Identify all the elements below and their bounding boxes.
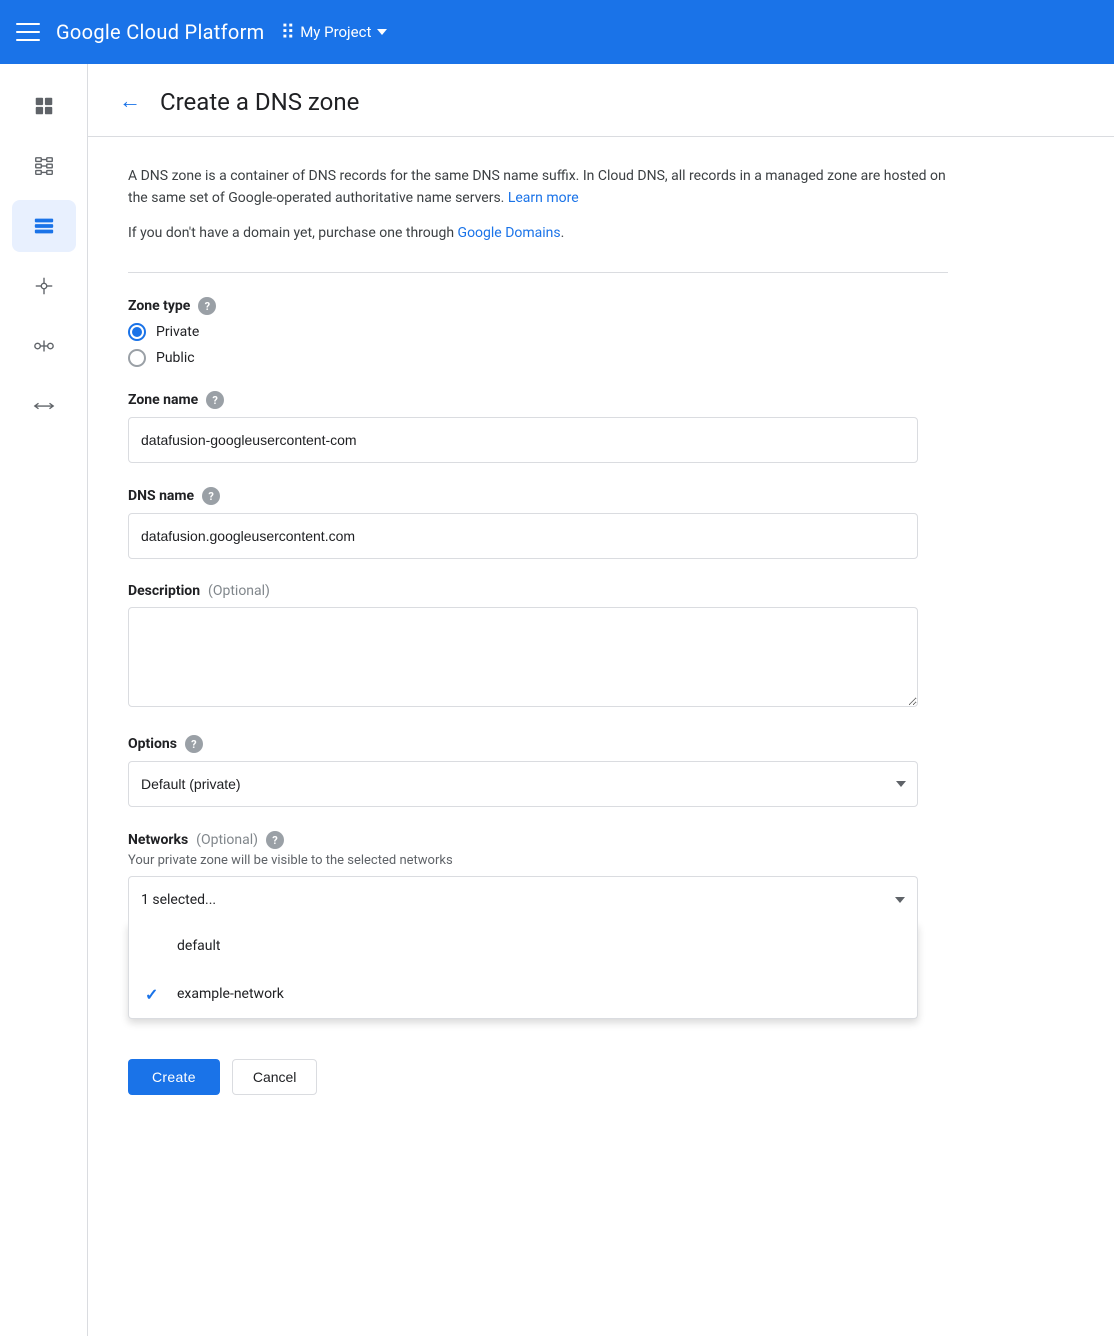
domain-suffix: .	[561, 225, 565, 241]
description-textarea[interactable]	[128, 607, 918, 707]
zone-type-label: Zone type ?	[128, 297, 948, 315]
radio-public-label: Public	[156, 350, 195, 366]
back-button[interactable]: ←	[112, 84, 148, 120]
sidebar-item-interconnect[interactable]	[12, 320, 76, 372]
sidebar-item-routes[interactable]	[12, 260, 76, 312]
project-dots-icon: ⠿	[281, 20, 295, 44]
radio-public[interactable]: Public	[128, 349, 948, 367]
dashboard-icon	[32, 94, 56, 118]
cancel-button[interactable]: Cancel	[232, 1059, 318, 1095]
form-area: A DNS zone is a container of DNS records…	[88, 137, 988, 1135]
sidebar-item-dashboard[interactable]	[12, 80, 76, 132]
networks-label-row: Networks (Optional) ?	[128, 831, 948, 849]
options-label-text: Options	[128, 736, 177, 752]
menu-icon[interactable]	[16, 20, 40, 44]
page-title: Create a DNS zone	[160, 88, 359, 116]
dns-name-help-icon[interactable]: ?	[202, 487, 220, 505]
interconnect-icon	[32, 334, 56, 358]
description-optional-text: (Optional)	[208, 583, 270, 599]
page-header: ← Create a DNS zone	[88, 64, 1114, 137]
network-item-default[interactable]: default	[129, 922, 917, 970]
divider	[128, 272, 948, 273]
network-item-example[interactable]: ✓ example-network	[129, 970, 917, 1018]
zone-type-help-icon[interactable]: ?	[198, 297, 216, 315]
options-help-icon[interactable]: ?	[185, 735, 203, 753]
dns-icon	[32, 214, 56, 238]
vpn-icon	[32, 394, 56, 418]
create-button[interactable]: Create	[128, 1059, 220, 1095]
app-title: Google Cloud Platform	[56, 20, 265, 44]
options-select[interactable]: Default (private) Custom (private)	[128, 761, 918, 807]
domain-text: If you don't have a domain yet, purchase…	[128, 222, 948, 244]
top-nav: Google Cloud Platform ⠿ My Project	[0, 0, 1114, 64]
zone-name-label-text: Zone name	[128, 392, 198, 408]
app-logo: Google Cloud Platform	[56, 20, 265, 44]
domain-prompt: If you don't have a domain yet, purchase…	[128, 225, 454, 241]
sidebar-item-dns[interactable]	[12, 200, 76, 252]
options-select-wrapper: Default (private) Custom (private)	[128, 761, 918, 807]
zone-name-input[interactable]	[128, 417, 918, 463]
project-selector[interactable]: ⠿ My Project	[281, 20, 388, 44]
networks-dropdown-arrow	[895, 897, 905, 903]
radio-private[interactable]: Private	[128, 323, 948, 341]
description-text: A DNS zone is a container of DNS records…	[128, 165, 948, 210]
radio-private-input[interactable]	[128, 323, 146, 341]
radio-private-label: Private	[156, 324, 199, 340]
zone-name-field: Zone name ?	[128, 391, 948, 463]
networks-field: Networks (Optional) ? Your private zone …	[128, 831, 948, 1019]
action-buttons: Create Cancel	[128, 1043, 948, 1095]
google-domains-link[interactable]: Google Domains	[458, 225, 561, 241]
sidebar-item-vpn[interactable]	[12, 380, 76, 432]
sidebar	[0, 64, 88, 1336]
dns-name-input[interactable]	[128, 513, 918, 559]
dns-name-label: DNS name ?	[128, 487, 948, 505]
networks-dropdown-trigger[interactable]: 1 selected...	[128, 876, 918, 922]
networks-desc: Your private zone will be visible to the…	[128, 853, 948, 868]
zone-type-radio-group: Private Public	[128, 323, 948, 367]
zone-name-help-icon[interactable]: ?	[206, 391, 224, 409]
zone-type-field: Zone type ? Private Public	[128, 297, 948, 367]
radio-public-input[interactable]	[128, 349, 146, 367]
project-chevron-icon	[377, 29, 387, 35]
options-label: Options ?	[128, 735, 948, 753]
networks-label-text: Networks	[128, 832, 188, 848]
networks-help-icon[interactable]: ?	[266, 831, 284, 849]
description-label: Description (Optional)	[128, 583, 948, 599]
routes-icon	[32, 274, 56, 298]
networks-dropdown-menu: default ✓ example-network	[128, 922, 918, 1019]
zone-name-label: Zone name ?	[128, 391, 948, 409]
learn-more-link[interactable]: Learn more	[508, 190, 579, 206]
network-default-label: default	[177, 938, 221, 954]
sidebar-item-network[interactable]	[12, 140, 76, 192]
description-label-text: Description	[128, 583, 200, 599]
back-arrow-icon: ←	[119, 91, 141, 113]
zone-type-label-text: Zone type	[128, 298, 190, 314]
dns-name-field: DNS name ?	[128, 487, 948, 559]
network-icon	[32, 154, 56, 178]
network-example-label: example-network	[177, 986, 284, 1002]
networks-optional-text: (Optional)	[196, 832, 258, 848]
check-icon: ✓	[145, 985, 158, 1004]
project-name: My Project	[300, 23, 371, 41]
main-content: ← Create a DNS zone A DNS zone is a cont…	[88, 64, 1114, 1336]
dns-name-label-text: DNS name	[128, 488, 194, 504]
radio-private-inner	[132, 327, 142, 337]
options-field: Options ? Default (private) Custom (priv…	[128, 735, 948, 807]
networks-selected-text: 1 selected...	[141, 892, 216, 908]
description-field: Description (Optional)	[128, 583, 948, 711]
